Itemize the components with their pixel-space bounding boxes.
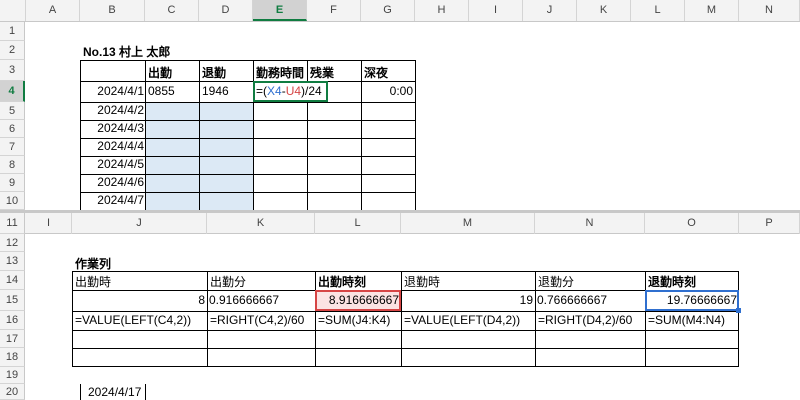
work-header-in-hour[interactable]: 出勤時 — [75, 273, 111, 290]
fill-handle[interactable] — [736, 308, 741, 313]
formula-text[interactable]: =VALUE(LEFT(C4,2)) — [75, 313, 191, 327]
date-cell[interactable]: 2024/4/3 — [80, 121, 144, 135]
row-header-3[interactable]: 3 — [0, 60, 25, 81]
formula-text[interactable]: =VALUE(LEFT(D4,2)) — [404, 313, 520, 327]
formula-prefix: =( — [256, 84, 268, 98]
header-overtime[interactable]: 残業 — [310, 64, 334, 81]
row-header-9[interactable]: 9 — [0, 174, 25, 192]
col-header-f[interactable]: F — [307, 0, 361, 21]
header-out[interactable]: 退勤 — [202, 64, 226, 81]
vline — [535, 271, 536, 367]
in-time-cell[interactable]: 0855 — [148, 84, 175, 98]
row-header-5[interactable]: 5 — [0, 102, 25, 120]
row-header-11[interactable]: 11 — [0, 213, 25, 234]
date-cell[interactable]: 2024/4/2 — [80, 103, 144, 117]
col-header-o-bottom[interactable]: O — [645, 213, 739, 234]
formula-text[interactable]: =SUM(M4:N4) — [648, 313, 725, 327]
row-header-18[interactable]: 18 — [0, 348, 25, 367]
row-header-8[interactable]: 8 — [0, 156, 25, 174]
formula-text[interactable]: =RIGHT(C4,2)/60 — [210, 313, 304, 327]
col-header-m-bottom[interactable]: M — [401, 213, 535, 234]
col-header-b[interactable]: B — [80, 0, 145, 21]
date-cell[interactable]: 2024/4/1 — [80, 84, 144, 98]
header-work-hours[interactable]: 勤務時間 — [256, 64, 304, 81]
hline — [72, 348, 739, 349]
col-header-j-bottom[interactable]: J — [72, 213, 207, 234]
in-time-value[interactable]: 8.916666667 — [315, 293, 399, 307]
row-header-19[interactable]: 19 — [0, 367, 25, 384]
out-time-cell[interactable]: 1946 — [202, 84, 229, 98]
row-header-17[interactable]: 17 — [0, 330, 25, 348]
formula-text[interactable]: =RIGHT(D4,2)/60 — [538, 313, 632, 327]
col-header-l[interactable]: L — [631, 0, 685, 21]
row-header-13[interactable]: 13 — [0, 252, 25, 271]
row-header-16[interactable]: 16 — [0, 311, 25, 330]
in-hour-value[interactable]: 8 — [72, 293, 205, 307]
vline — [401, 271, 402, 367]
col-header-d[interactable]: D — [199, 0, 253, 21]
in-minute-value[interactable]: 0.916666667 — [209, 293, 279, 307]
col-header-l-bottom[interactable]: L — [315, 213, 401, 234]
date-cell[interactable]: 2024/4/4 — [80, 139, 144, 153]
date-cell[interactable]: 2024/4/5 — [80, 157, 144, 171]
row-header-15[interactable]: 15 — [0, 290, 25, 311]
col-header-i-bottom[interactable]: I — [26, 213, 72, 234]
work-header-in-minute[interactable]: 出勤分 — [210, 273, 246, 290]
col-header-p-bottom[interactable]: P — [739, 213, 800, 234]
work-header-out-time[interactable]: 退勤時刻 — [648, 273, 696, 290]
formula-suffix: )/24 — [301, 84, 322, 98]
col-header-c[interactable]: C — [145, 0, 199, 21]
hline — [72, 290, 739, 291]
col-header-m[interactable]: M — [685, 0, 739, 21]
col-header-k[interactable]: K — [577, 0, 631, 21]
select-all-corner[interactable] — [0, 0, 26, 21]
formula-in-cell[interactable]: =(X4-U4)/24 — [256, 84, 322, 98]
vline — [361, 60, 362, 210]
employee-title[interactable]: No.13 村上 太郎 — [83, 44, 170, 60]
date-cell[interactable]: 2024/4/7 — [80, 193, 144, 207]
header-in[interactable]: 出勤 — [148, 64, 172, 81]
work-header-in-time[interactable]: 出勤時刻 — [318, 273, 366, 290]
formula-ref-x4: X4 — [267, 84, 282, 98]
header-night[interactable]: 深夜 — [364, 64, 388, 81]
col-header-j[interactable]: J — [523, 0, 577, 21]
night-hours-cell[interactable]: 0:00 — [361, 84, 413, 98]
row-header-7[interactable]: 7 — [0, 138, 25, 156]
vline — [315, 271, 316, 367]
vline — [207, 271, 208, 367]
row-header-10[interactable]: 10 — [0, 192, 25, 210]
row-header-6[interactable]: 6 — [0, 120, 25, 138]
out-time-value[interactable]: 19.76666667 — [645, 293, 737, 307]
col-header-a[interactable]: A — [26, 0, 80, 21]
out-hour-value[interactable]: 19 — [401, 293, 533, 307]
col-header-e[interactable]: E — [253, 0, 307, 21]
row-header-1[interactable]: 1 — [0, 22, 25, 41]
col-header-g[interactable]: G — [361, 0, 415, 21]
vline — [645, 271, 646, 367]
col-header-n-bottom[interactable]: N — [535, 213, 645, 234]
out-minute-value[interactable]: 0.766666667 — [537, 293, 607, 307]
col-header-n[interactable]: N — [739, 0, 800, 21]
hline — [72, 311, 739, 312]
row-header-14[interactable]: 14 — [0, 271, 25, 290]
top-column-header: A B C D E F G H I J K L M N — [0, 0, 800, 22]
hline — [72, 330, 739, 331]
date-cell[interactable]: 2024/4/6 — [80, 175, 144, 189]
hline — [80, 81, 416, 82]
col-header-i[interactable]: I — [469, 0, 523, 21]
work-columns-title[interactable]: 作業列 — [75, 255, 111, 272]
work-header-out-minute[interactable]: 退勤分 — [538, 273, 574, 290]
row-header-12[interactable]: 12 — [0, 234, 25, 252]
formula-text[interactable]: =SUM(J4:K4) — [318, 313, 390, 327]
row-header-20[interactable]: 20 — [0, 384, 25, 400]
col-header-h[interactable]: H — [415, 0, 469, 21]
row-header-4[interactable]: 4 — [0, 81, 25, 102]
row-header-2[interactable]: 2 — [0, 41, 25, 60]
formula-ref-u4: U4 — [285, 84, 302, 98]
bottom-column-header: I J K L M N O P — [0, 213, 800, 234]
col-header-k-bottom[interactable]: K — [207, 213, 315, 234]
partial-date-cell[interactable]: 2024/4/17 — [88, 385, 141, 399]
work-header-out-hour[interactable]: 退勤時 — [404, 273, 440, 290]
